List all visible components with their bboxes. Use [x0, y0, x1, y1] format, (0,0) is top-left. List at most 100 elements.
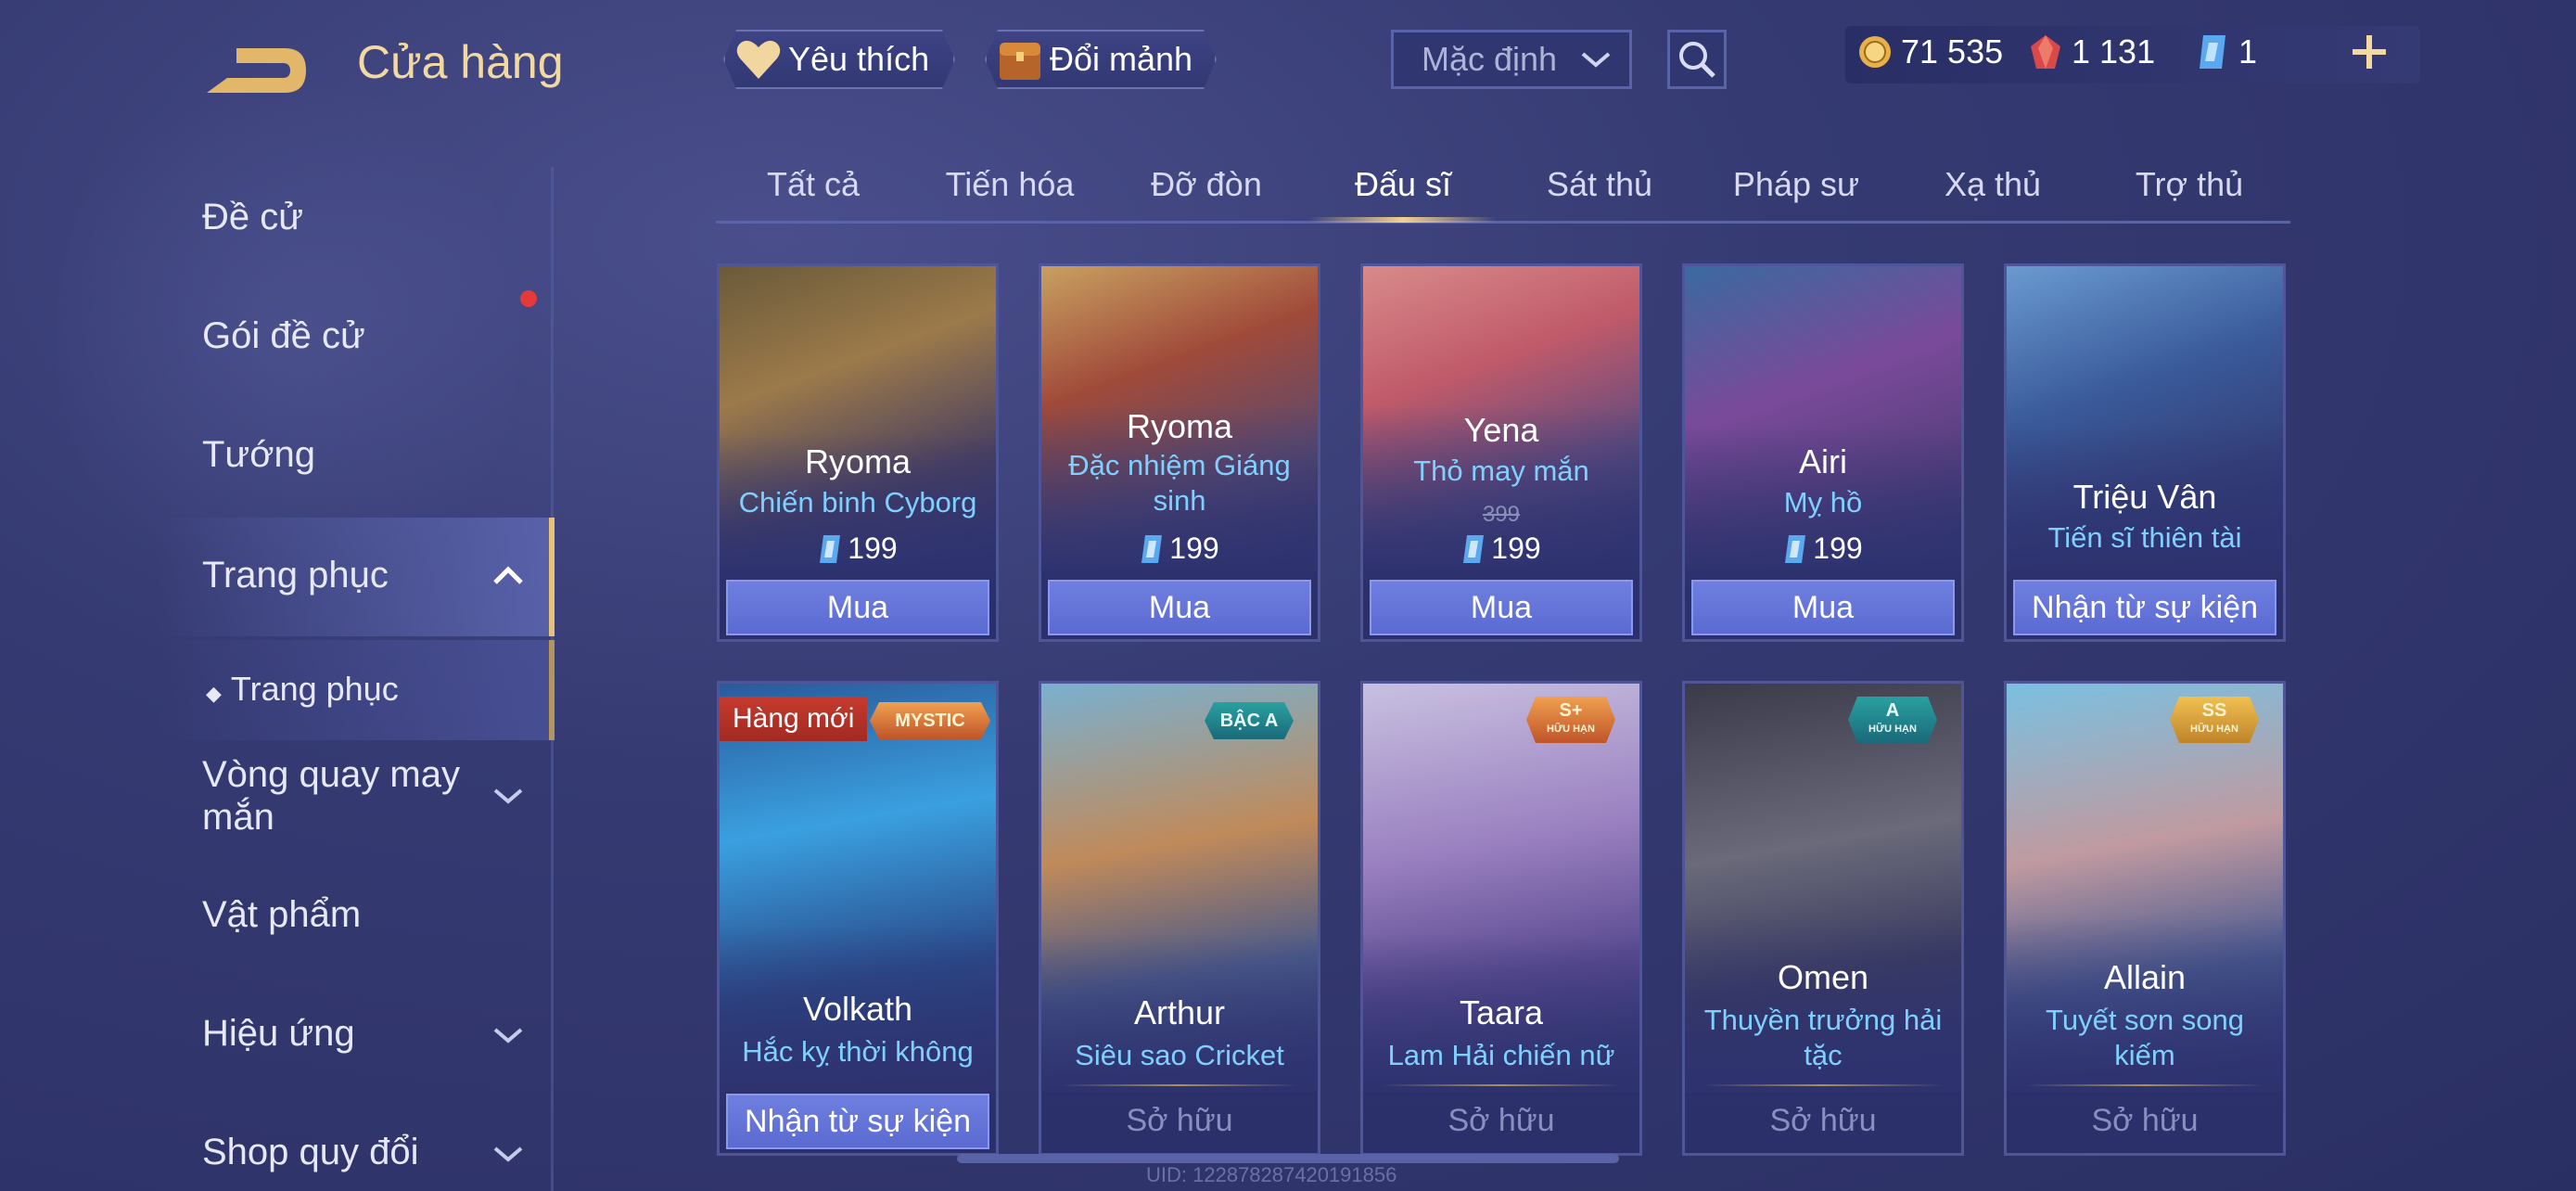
skin-card[interactable]: SS HỮU HẠN Allain Tuyết sơn song kiếm Sở … — [2004, 681, 2286, 1156]
tab-assassin[interactable]: Sát thủ — [1547, 165, 1652, 204]
skin-name: Mỵ hồ — [1783, 486, 1863, 519]
diamond-bullet-icon: ◆ — [206, 682, 222, 705]
voucher-icon — [1463, 534, 1485, 563]
divider — [1703, 1084, 1943, 1086]
tier-badge: A HỮU HẠN — [1848, 697, 1937, 743]
buy-button[interactable]: Mua — [1370, 580, 1633, 635]
new-badge: Hàng mới — [720, 697, 868, 741]
skin-card[interactable]: S+ HỮU HẠN Taara Lam Hải chiến nữ Sở hữu — [1360, 681, 1642, 1156]
skin-card[interactable]: Triệu Vân Tiến sĩ thiên tài Nhận từ sự k… — [2004, 263, 2286, 642]
price: 199 — [1363, 531, 1639, 566]
skin-name: Hắc kỵ thời không — [742, 1035, 974, 1068]
sidebar-item-effects[interactable]: Hiệu ứng — [202, 1013, 355, 1055]
hero-name: Triệu Vân — [2072, 478, 2217, 516]
hero-name: Arthur — [1133, 993, 1226, 1031]
event-button[interactable]: Nhận từ sự kiện — [726, 1094, 989, 1149]
voucher-icon — [1785, 534, 1806, 563]
owned-status: Sở hữu — [1769, 1103, 1877, 1138]
role-tabs: Tất cả Tiến hóa Đỡ đòn Đấu sĩ Sát thủ Ph… — [716, 158, 2290, 224]
chevron-down-icon — [1581, 52, 1611, 68]
owned-status: Sở hữu — [1447, 1103, 1555, 1138]
chevron-down-icon — [493, 1146, 523, 1162]
hero-name: Volkath — [802, 990, 913, 1028]
owned-status: Sở hữu — [1126, 1103, 1233, 1138]
price: 199 — [720, 531, 996, 566]
sort-value: Mặc định — [1422, 40, 1558, 78]
hero-name: Ryoma — [804, 442, 912, 480]
hero-name: Yena — [1463, 411, 1539, 449]
sidebar-item-bundles[interactable]: Gói đề cử — [202, 315, 365, 357]
tab-marksman[interactable]: Xạ thủ — [1945, 165, 2041, 204]
sidebar-item-lucky-spin[interactable]: Vòng quay may mắn — [202, 753, 480, 839]
ruby-icon — [2031, 35, 2060, 69]
tier-badge: BẬC A — [1205, 702, 1294, 739]
exchange-shards-button[interactable]: Đổi mảnh — [985, 30, 1217, 89]
hero-name: Taara — [1459, 993, 1544, 1031]
event-button[interactable]: Nhận từ sự kiện — [2013, 580, 2276, 635]
skin-card[interactable]: BẬC A Arthur Siêu sao Cricket Sở hữu — [1039, 681, 1320, 1156]
sidebar-item-heroes[interactable]: Tướng — [202, 434, 315, 476]
skin-card[interactable]: A HỮU HẠN Omen Thuyền trưởng hải tặc Sở h… — [1682, 681, 1964, 1156]
back-button[interactable] — [199, 35, 311, 100]
voucher-icon — [2200, 35, 2225, 69]
favorites-label: Yêu thích — [788, 40, 930, 78]
sidebar-subitem-skins[interactable]: ◆ Trang phục — [206, 670, 399, 709]
skin-card[interactable]: Yena Thỏ may mắn 399 199 Mua — [1360, 263, 1642, 642]
skin-name: Thỏ may mắn — [1413, 455, 1589, 487]
tier-badge: MYSTIC — [870, 702, 990, 739]
skin-card[interactable]: Hàng mới MYSTIC Volkath Hắc kỵ thời khôn… — [717, 681, 999, 1156]
skin-name: Đặc nhiệm Giáng sinh — [1068, 449, 1291, 517]
ruby-amount: 1 131 — [2072, 32, 2156, 70]
skin-name: Lam Hải chiến nữ — [1387, 1039, 1615, 1071]
plus-icon — [2353, 35, 2386, 69]
chevron-down-icon — [493, 1028, 523, 1044]
active-tab-indicator — [1309, 217, 1497, 223]
skin-card[interactable]: Ryoma Chiến binh Cyborg 199 Mua — [717, 263, 999, 642]
horizontal-scrollbar[interactable] — [957, 1154, 1619, 1163]
voucher-icon — [1141, 534, 1163, 563]
tab-all[interactable]: Tất cả — [767, 165, 860, 204]
hero-name: Ryoma — [1126, 407, 1233, 445]
tab-support[interactable]: Trợ thủ — [2136, 165, 2243, 204]
divider — [1382, 1084, 1621, 1086]
tab-fighter[interactable]: Đấu sĩ — [1355, 165, 1451, 204]
skin-name: Siêu sao Cricket — [1075, 1039, 1284, 1071]
add-currency-button[interactable] — [2349, 26, 2390, 82]
skin-name: Tiến sĩ thiên tài — [2047, 521, 2242, 554]
skin-card[interactable]: Ryoma Đặc nhiệm Giáng sinh 199 Mua — [1039, 263, 1320, 642]
tab-divider — [716, 221, 2290, 224]
gold-currency: 71 535 — [1856, 32, 2003, 72]
chest-icon — [996, 35, 1044, 83]
buy-button[interactable]: Mua — [1691, 580, 1955, 635]
skin-name: Chiến binh Cyborg — [738, 486, 977, 519]
price: 199 — [1041, 531, 1318, 566]
page-title: Cửa hàng — [357, 36, 564, 88]
search-icon — [1679, 42, 1715, 78]
buy-button[interactable]: Mua — [726, 580, 989, 635]
search-button[interactable] — [1667, 30, 1727, 89]
hero-name: Allain — [2103, 958, 2187, 996]
sidebar-item-skins[interactable]: Trang phục — [202, 555, 389, 596]
tab-evolution[interactable]: Tiến hóa — [946, 165, 1075, 204]
skin-card[interactable]: Airi Mỵ hồ 199 Mua — [1682, 263, 1964, 642]
voucher-amount: 1 — [2238, 32, 2258, 70]
sidebar-item-exchange-shop[interactable]: Shop quy đổi — [202, 1132, 419, 1173]
heart-icon — [734, 35, 783, 83]
tab-tank[interactable]: Đỡ đòn — [1151, 165, 1262, 204]
divider — [2025, 1084, 2264, 1086]
hero-name: Airi — [1799, 442, 1847, 480]
sidebar-item-recommended[interactable]: Đề cử — [202, 197, 303, 238]
price: 199 — [1685, 531, 1961, 566]
tier-badge: SS HỮU HẠN — [2170, 697, 2259, 743]
tab-mage[interactable]: Pháp sư — [1733, 165, 1859, 204]
gold-coin-icon — [1859, 36, 1891, 68]
user-id: UID: 122878287420191856 — [1146, 1163, 1397, 1186]
exchange-label: Đổi mảnh — [1050, 40, 1193, 78]
buy-button[interactable]: Mua — [1048, 580, 1311, 635]
favorites-button[interactable]: Yêu thích — [723, 30, 955, 89]
sort-dropdown[interactable]: Mặc định — [1391, 30, 1632, 89]
notification-dot — [520, 290, 537, 307]
sidebar-item-items[interactable]: Vật phẩm — [202, 894, 361, 936]
owned-status: Sở hữu — [2091, 1103, 2199, 1138]
voucher-icon — [820, 534, 841, 563]
